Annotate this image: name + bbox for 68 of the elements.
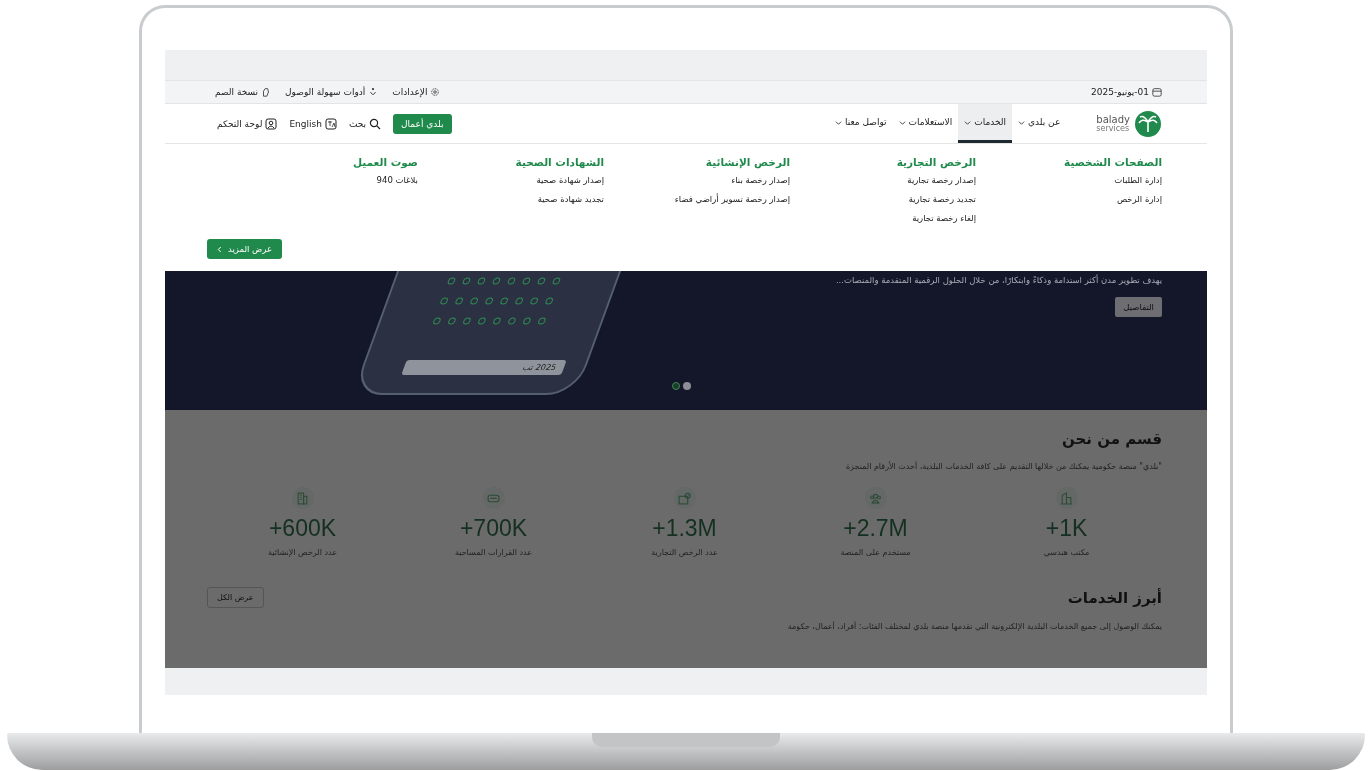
show-more-button[interactable]: عرض المزيد — [207, 239, 283, 259]
translate-icon — [324, 117, 337, 130]
menu-link[interactable]: تجديد شهادة صحية — [418, 194, 604, 204]
carousel-dot[interactable] — [683, 382, 691, 390]
header-link[interactable]: لوحة التحكم — [217, 117, 278, 130]
phone-search-text: 2025 تب — [401, 360, 567, 375]
stat-label: عدد القرارات المساحية — [454, 548, 533, 557]
carousel-dot[interactable] — [672, 382, 680, 390]
business-button[interactable]: بلدي أعمال — [393, 113, 452, 134]
menu-column-title: الصفحات الشخصية — [1063, 156, 1162, 168]
section-description: يمكنك الوصول إلى جميع الخدمات البلدية الإلكترونية التي تقدمها منصة بلدي لمختلف الفئات: أفراد، أعمال، حكومة — [786, 622, 1162, 631]
menu-link[interactable]: إصدار رخصة بناء — [604, 175, 790, 185]
caret-icon — [834, 118, 842, 126]
menu-link[interactable]: إصدار شهادة صحية — [418, 175, 604, 185]
stat-value: +2.7M — [843, 515, 908, 542]
menu-link[interactable]: إلغاء رخصة تجارية — [790, 213, 976, 223]
utility-link[interactable]: الإعدادات — [392, 87, 441, 97]
nav-menu-item[interactable]: الاستعلامات — [892, 104, 959, 143]
section-title: قسم من نحن — [1060, 430, 1162, 448]
caret-icon — [1018, 118, 1025, 126]
stat-label: عدد الرخص التجارية — [651, 548, 718, 557]
stat-icon — [482, 487, 505, 509]
menu-column-title: الرخص الإنشائية — [704, 156, 790, 168]
details-button[interactable]: التفاصيل — [1115, 297, 1162, 317]
user-icon — [265, 117, 278, 130]
stat-label: عدد الرخص الإنشائية — [268, 548, 337, 557]
nav-menu-item[interactable]: عن بلدي — [1012, 104, 1067, 143]
palm-logo-icon — [1134, 109, 1162, 138]
header-link[interactable]: بحث — [348, 117, 382, 130]
stat-label: مستخدم على المنصة — [840, 548, 911, 557]
settings-icon — [430, 87, 441, 97]
caret-icon — [898, 118, 906, 126]
section-description: "بلدي" منصة حكومية يمكنك من خلالها التقديم على كافة الخدمات البلدية، أحدث الأرقام المنجزة — [844, 462, 1162, 471]
stat-value: +1.3M — [652, 515, 717, 542]
menu-column-title: صوت العميل — [352, 156, 418, 168]
stat-icon — [291, 487, 314, 509]
date-label: 01-يونيو-2025 — [1091, 87, 1162, 97]
nav-menu-item[interactable]: تواصل معنا — [828, 104, 893, 143]
calendar-icon — [1152, 87, 1162, 97]
menu-link[interactable]: إصدار رخصة تجارية — [790, 175, 976, 185]
logo-text: balady — [1096, 114, 1130, 125]
caret-icon — [964, 118, 972, 126]
utility-link[interactable]: أدوات سهولة الوصول — [285, 87, 379, 97]
menu-link[interactable]: إدارة الرخص — [976, 194, 1162, 204]
menu-link[interactable]: إصدار رخصة تسوير أراضي فضاء — [604, 194, 790, 204]
menu-column-title: الشهادات الصحية — [514, 156, 604, 168]
stat-icon — [673, 487, 696, 509]
header-link[interactable]: English — [289, 117, 337, 130]
search-icon — [369, 117, 382, 130]
accessibility-icon — [368, 87, 379, 97]
chevron-icon — [217, 245, 222, 253]
menu-link[interactable]: تجديد رخصة تجارية — [790, 194, 976, 204]
stat-icon — [1055, 487, 1078, 509]
stat-icon — [864, 487, 887, 509]
view-all-button[interactable]: عرض الكل — [207, 587, 264, 608]
stat-value: +1K — [1045, 515, 1088, 542]
logo-subtext: services — [1096, 124, 1130, 133]
section-title: أبرز الخدمات — [1067, 588, 1162, 607]
utility-link[interactable]: نسخة الصم — [215, 87, 272, 97]
stat-value: +600K — [268, 515, 337, 542]
menu-link[interactable]: إدارة الطلبات — [976, 175, 1162, 185]
menu-column-title: الرخص التجارية — [895, 156, 976, 168]
nav-menu-item[interactable]: الخدمات — [958, 104, 1012, 143]
stat-label: مكتب هندسي — [1043, 548, 1090, 557]
menu-link[interactable]: بلاغات 940 — [352, 175, 418, 185]
stat-value: +700K — [459, 515, 528, 542]
hero-description: يهدف تطوير مدن أكثر استدامة وذكاءً وابتكارًا، من خلال الحلول الرقمية المتقدمة والمنصات... — [835, 275, 1162, 285]
hand-icon — [261, 87, 272, 97]
